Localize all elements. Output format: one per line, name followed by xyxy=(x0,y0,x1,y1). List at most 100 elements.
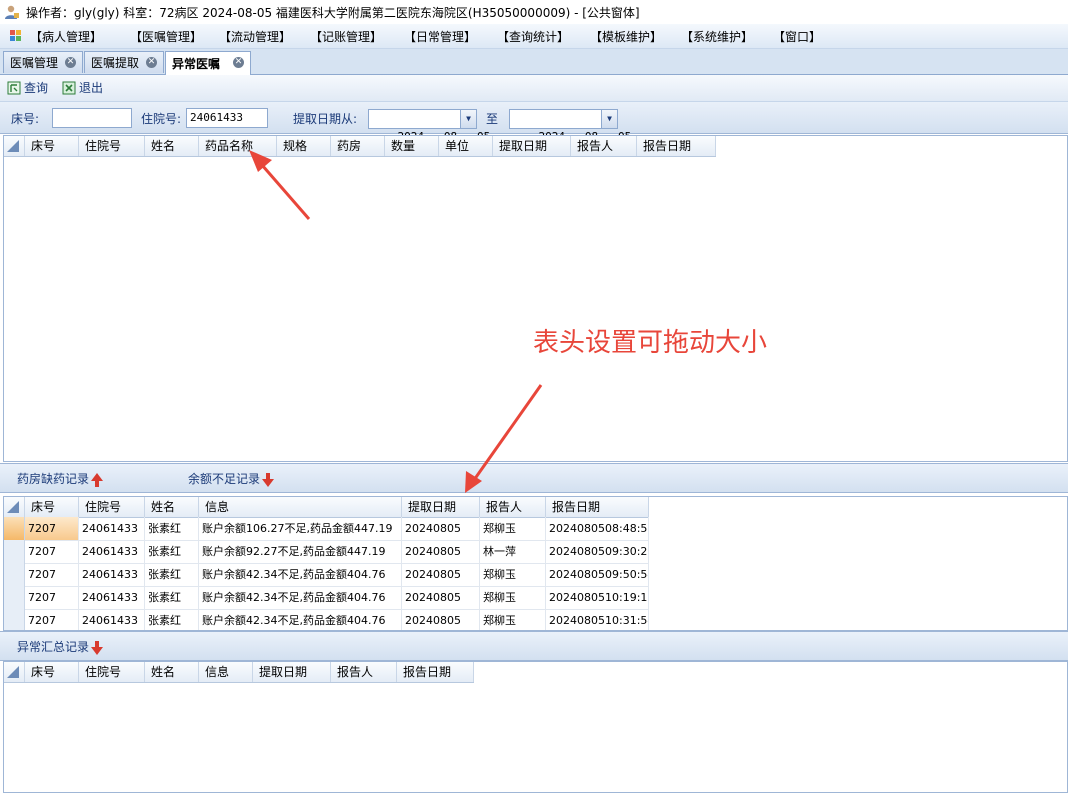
exit-button[interactable]: 退出 xyxy=(62,79,103,96)
col-name[interactable]: 姓名 xyxy=(145,497,199,517)
menu-daily-management[interactable]: 【日常管理】 xyxy=(404,28,476,45)
inpatient-number-input[interactable]: 24061433 xyxy=(186,108,268,128)
menu-billing-management[interactable]: 【记账管理】 xyxy=(310,28,382,45)
col-bed[interactable]: 床号 xyxy=(25,662,79,682)
col-inpatient-number[interactable]: 住院号 xyxy=(79,136,145,156)
cell-info[interactable]: 账户余额106.27不足,药品金额447.19 xyxy=(199,517,402,540)
cell-inpatient-number[interactable]: 24061433 xyxy=(79,563,145,586)
col-reporter[interactable]: 报告人 xyxy=(331,662,397,682)
cell-report-date[interactable]: 2024080510:19:10 xyxy=(546,586,649,609)
col-extract-date[interactable]: 提取日期 xyxy=(493,136,571,156)
select-all-corner[interactable] xyxy=(4,497,25,517)
menu-window[interactable]: 【窗口】 xyxy=(773,28,821,45)
cell-reporter[interactable]: 郑柳玉 xyxy=(480,517,546,540)
col-name[interactable]: 姓名 xyxy=(145,662,199,682)
col-report-date[interactable]: 报告日期 xyxy=(546,497,649,517)
cell-report-date[interactable]: 2024080509:30:23 xyxy=(546,540,649,563)
close-icon[interactable]: ✕ xyxy=(233,57,244,68)
tab-order-management[interactable]: 医嘱管理 ✕ xyxy=(3,51,83,73)
cell-bed[interactable]: 7207 xyxy=(25,586,79,609)
cell-info[interactable]: 账户余额42.34不足,药品金额404.76 xyxy=(199,586,402,609)
balance-records-grid[interactable]: 床号 住院号 姓名 信息 提取日期 报告人 报告日期 7207 24061433 张… xyxy=(3,496,1068,631)
table-row[interactable]: 7207 24061433 张素红 账户余额42.34不足,药品金额404.76 202… xyxy=(4,609,649,630)
col-quantity[interactable]: 数量 xyxy=(385,136,439,156)
col-extract-date[interactable]: 提取日期 xyxy=(253,662,331,682)
menu-template-maintenance[interactable]: 【模板维护】 xyxy=(590,28,662,45)
cell-extract-date[interactable]: 20240805 xyxy=(402,563,480,586)
cell-name[interactable]: 张素红 xyxy=(145,586,199,609)
select-all-corner[interactable] xyxy=(4,662,25,682)
cell-bed[interactable]: 7207 xyxy=(25,563,79,586)
menu-flow-management[interactable]: 【流动管理】 xyxy=(219,28,291,45)
col-reporter[interactable]: 报告人 xyxy=(571,136,637,156)
date-to-picker[interactable]: 2024 - 08 - 05 ▼ xyxy=(509,109,631,143)
row-selector[interactable] xyxy=(4,540,25,563)
table-row[interactable]: 7207 24061433 张素红 账户余额106.27不足,药品金额447.19 20… xyxy=(4,517,649,541)
col-unit[interactable]: 单位 xyxy=(439,136,493,156)
cell-extract-date[interactable]: 20240805 xyxy=(402,517,480,540)
cell-info[interactable]: 账户余额92.27不足,药品金额447.19 xyxy=(199,540,402,563)
cell-bed[interactable]: 7207 xyxy=(25,609,79,630)
col-bed[interactable]: 床号 xyxy=(25,497,79,517)
menu-system-maintenance[interactable]: 【系统维护】 xyxy=(681,28,753,45)
tab-abnormal-orders[interactable]: 异常医嘱 ✕ xyxy=(165,51,251,75)
col-spec[interactable]: 规格 xyxy=(277,136,331,156)
date-from-picker[interactable]: 2024 - 08 - 05 ▼ xyxy=(368,109,490,143)
cell-info[interactable]: 账户余额42.34不足,药品金额404.76 xyxy=(199,609,402,630)
cell-inpatient-number[interactable]: 24061433 xyxy=(79,517,145,540)
cell-report-date[interactable]: 2024080509:50:54 xyxy=(546,563,649,586)
col-inpatient-number[interactable]: 住院号 xyxy=(79,662,145,682)
col-drug-name[interactable]: 药品名称 xyxy=(199,136,277,156)
abnormal-summary-link[interactable]: 异常汇总记录 xyxy=(17,638,104,655)
row-selector[interactable] xyxy=(4,517,25,540)
cell-extract-date[interactable]: 20240805 xyxy=(402,586,480,609)
cell-bed[interactable]: 7207 xyxy=(25,517,79,540)
col-name[interactable]: 姓名 xyxy=(145,136,199,156)
app-menu-icon[interactable] xyxy=(9,29,23,43)
cell-name[interactable]: 张素红 xyxy=(145,540,199,563)
cell-inpatient-number[interactable]: 24061433 xyxy=(79,540,145,563)
close-icon[interactable]: ✕ xyxy=(146,57,157,68)
cell-extract-date[interactable]: 20240805 xyxy=(402,609,480,630)
table-row[interactable]: 7207 24061433 张素红 账户余额42.34不足,药品金额404.76 202… xyxy=(4,586,649,610)
cell-reporter[interactable]: 郑柳玉 xyxy=(480,563,546,586)
cell-reporter[interactable]: 郑柳玉 xyxy=(480,609,546,630)
menu-patient-management[interactable]: 【病人管理】 xyxy=(30,28,102,45)
cell-inpatient-number[interactable]: 24061433 xyxy=(79,609,145,630)
cell-extract-date[interactable]: 20240805 xyxy=(402,540,480,563)
col-reporter[interactable]: 报告人 xyxy=(480,497,546,517)
insufficient-balance-link[interactable]: 余额不足记录 xyxy=(188,470,275,487)
cell-reporter[interactable]: 林一萍 xyxy=(480,540,546,563)
row-selector[interactable] xyxy=(4,609,25,630)
col-report-date[interactable]: 报告日期 xyxy=(637,136,716,156)
col-extract-date[interactable]: 提取日期 xyxy=(402,497,480,517)
row-selector[interactable] xyxy=(4,563,25,586)
abnormal-summary-grid[interactable]: 床号 住院号 姓名 信息 提取日期 报告人 报告日期 xyxy=(3,661,1068,793)
pharmacy-shortage-link[interactable]: 药房缺药记录 xyxy=(17,470,104,487)
menu-query-statistics[interactable]: 【查询统计】 xyxy=(497,28,569,45)
row-selector[interactable] xyxy=(4,586,25,609)
tab-order-extract[interactable]: 医嘱提取 ✕ xyxy=(84,51,164,73)
cell-inpatient-number[interactable]: 24061433 xyxy=(79,586,145,609)
menu-order-management[interactable]: 【医嘱管理】 xyxy=(130,28,202,45)
table-row[interactable]: 7207 24061433 张素红 账户余额92.27不足,药品金额447.19 202… xyxy=(4,540,649,564)
col-bed[interactable]: 床号 xyxy=(25,136,79,156)
cell-reporter[interactable]: 郑柳玉 xyxy=(480,586,546,609)
query-button[interactable]: 查询 xyxy=(7,79,48,96)
drug-records-grid[interactable]: 床号 住院号 姓名 药品名称 规格 药房 数量 单位 提取日期 报告人 报告日期 xyxy=(3,135,1068,462)
col-info[interactable]: 信息 xyxy=(199,497,402,517)
cell-report-date[interactable]: 2024080510:31:54 xyxy=(546,609,649,630)
chevron-down-icon[interactable]: ▼ xyxy=(460,110,476,128)
col-pharmacy[interactable]: 药房 xyxy=(331,136,385,156)
cell-name[interactable]: 张素红 xyxy=(145,517,199,540)
cell-name[interactable]: 张素红 xyxy=(145,563,199,586)
bed-input[interactable] xyxy=(52,108,132,128)
cell-name[interactable]: 张素红 xyxy=(145,609,199,630)
cell-report-date[interactable]: 2024080508:48:53 xyxy=(546,517,649,540)
col-info[interactable]: 信息 xyxy=(199,662,253,682)
chevron-down-icon[interactable]: ▼ xyxy=(601,110,617,128)
cell-bed[interactable]: 7207 xyxy=(25,540,79,563)
select-all-corner[interactable] xyxy=(4,136,25,156)
table-row[interactable]: 7207 24061433 张素红 账户余额42.34不足,药品金额404.76 202… xyxy=(4,563,649,587)
close-icon[interactable]: ✕ xyxy=(65,57,76,68)
